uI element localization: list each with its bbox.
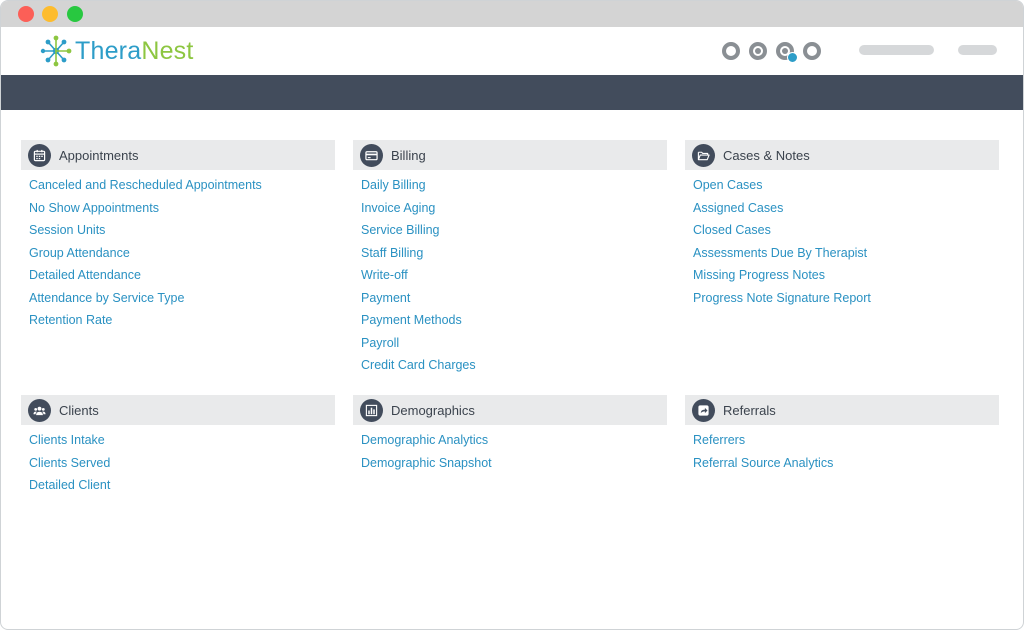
minimize-window-button[interactable] bbox=[42, 6, 58, 22]
section-appointments: Appointments Canceled and Rescheduled Ap… bbox=[21, 140, 335, 335]
report-link[interactable]: Attendance by Service Type bbox=[29, 290, 335, 313]
section-header: Billing bbox=[353, 140, 667, 170]
report-link[interactable]: Open Cases bbox=[693, 177, 999, 200]
report-link[interactable]: No Show Appointments bbox=[29, 200, 335, 223]
report-link[interactable]: Clients Intake bbox=[29, 432, 335, 455]
close-window-button[interactable] bbox=[18, 6, 34, 22]
notifications-circle-icon[interactable] bbox=[776, 42, 798, 63]
report-link[interactable]: Demographic Analytics bbox=[361, 432, 667, 455]
header-icon-group bbox=[722, 42, 830, 63]
theranest-logo[interactable]: TheraNest bbox=[39, 34, 194, 68]
report-link[interactable]: Service Billing bbox=[361, 222, 667, 245]
help-circle-icon[interactable] bbox=[749, 42, 767, 60]
section-header: Cases & Notes bbox=[685, 140, 999, 170]
section-title: Billing bbox=[391, 147, 426, 163]
bar-chart-icon bbox=[360, 398, 383, 422]
report-link[interactable]: Assigned Cases bbox=[693, 200, 999, 223]
section-clients: Clients Clients Intake Clients Served De… bbox=[21, 395, 335, 500]
share-icon bbox=[692, 398, 715, 422]
user-name-placeholder[interactable] bbox=[859, 45, 934, 55]
report-link[interactable]: Clients Served bbox=[29, 455, 335, 478]
report-link[interactable]: Invoice Aging bbox=[361, 200, 667, 223]
report-link[interactable]: Payment bbox=[361, 290, 667, 313]
section-title: Cases & Notes bbox=[723, 147, 810, 163]
browser-window: TheraNest Appointments Canceled and Resc… bbox=[0, 0, 1024, 630]
section-header: Appointments bbox=[21, 140, 335, 170]
credit-card-icon bbox=[360, 143, 383, 167]
report-link-list: Daily Billing Invoice Aging Service Bill… bbox=[353, 170, 667, 380]
section-demographics: Demographics Demographic Analytics Demog… bbox=[353, 395, 667, 477]
window-titlebar bbox=[1, 1, 1023, 27]
report-link[interactable]: Payment Methods bbox=[361, 312, 667, 335]
report-link-list: Canceled and Rescheduled Appointments No… bbox=[21, 170, 335, 335]
logout-placeholder[interactable] bbox=[958, 45, 997, 55]
section-header: Referrals bbox=[685, 395, 999, 425]
users-icon bbox=[28, 398, 51, 422]
report-link[interactable]: Payroll bbox=[361, 335, 667, 358]
report-link[interactable]: Daily Billing bbox=[361, 177, 667, 200]
logo-wordmark: TheraNest bbox=[75, 37, 194, 66]
theranest-logo-icon bbox=[40, 35, 72, 67]
calendar-icon bbox=[28, 143, 51, 167]
maximize-window-button[interactable] bbox=[67, 6, 83, 22]
section-referrals: Referrals Referrers Referral Source Anal… bbox=[685, 395, 999, 477]
section-billing: Billing Daily Billing Invoice Aging Serv… bbox=[353, 140, 667, 380]
logo-word-nest: Nest bbox=[141, 36, 194, 65]
user-circle-icon[interactable] bbox=[803, 42, 821, 60]
report-link[interactable]: Progress Note Signature Report bbox=[693, 290, 999, 313]
report-link[interactable]: Demographic Snapshot bbox=[361, 455, 667, 478]
notification-badge bbox=[787, 52, 798, 63]
report-link-list: Clients Intake Clients Served Detailed C… bbox=[21, 425, 335, 500]
report-link-list: Demographic Analytics Demographic Snapsh… bbox=[353, 425, 667, 477]
report-link-list: Referrers Referral Source Analytics bbox=[685, 425, 999, 477]
section-title: Appointments bbox=[59, 147, 139, 163]
report-link[interactable]: Referral Source Analytics bbox=[693, 455, 999, 478]
report-link[interactable]: Assessments Due By Therapist bbox=[693, 245, 999, 268]
section-title: Demographics bbox=[391, 402, 475, 418]
section-title: Referrals bbox=[723, 402, 776, 418]
report-link[interactable]: Closed Cases bbox=[693, 222, 999, 245]
settings-circle-icon[interactable] bbox=[722, 42, 740, 60]
report-link[interactable]: Canceled and Rescheduled Appointments bbox=[29, 177, 335, 200]
navigation-bar bbox=[1, 75, 1023, 110]
folder-open-icon bbox=[692, 143, 715, 167]
report-link[interactable]: Write-off bbox=[361, 267, 667, 290]
report-link[interactable]: Group Attendance bbox=[29, 245, 335, 268]
section-cases-notes: Cases & Notes Open Cases Assigned Cases … bbox=[685, 140, 999, 312]
report-link-list: Open Cases Assigned Cases Closed Cases A… bbox=[685, 170, 999, 312]
report-link[interactable]: Staff Billing bbox=[361, 245, 667, 268]
report-link[interactable]: Session Units bbox=[29, 222, 335, 245]
report-link[interactable]: Referrers bbox=[693, 432, 999, 455]
report-link[interactable]: Credit Card Charges bbox=[361, 357, 667, 380]
report-link[interactable]: Retention Rate bbox=[29, 312, 335, 335]
report-link[interactable]: Missing Progress Notes bbox=[693, 267, 999, 290]
app-header: TheraNest bbox=[1, 27, 1023, 75]
section-title: Clients bbox=[59, 402, 99, 418]
section-header: Clients bbox=[21, 395, 335, 425]
report-link[interactable]: Detailed Attendance bbox=[29, 267, 335, 290]
logo-word-thera: Thera bbox=[75, 36, 142, 65]
report-link[interactable]: Detailed Client bbox=[29, 477, 335, 500]
section-header: Demographics bbox=[353, 395, 667, 425]
